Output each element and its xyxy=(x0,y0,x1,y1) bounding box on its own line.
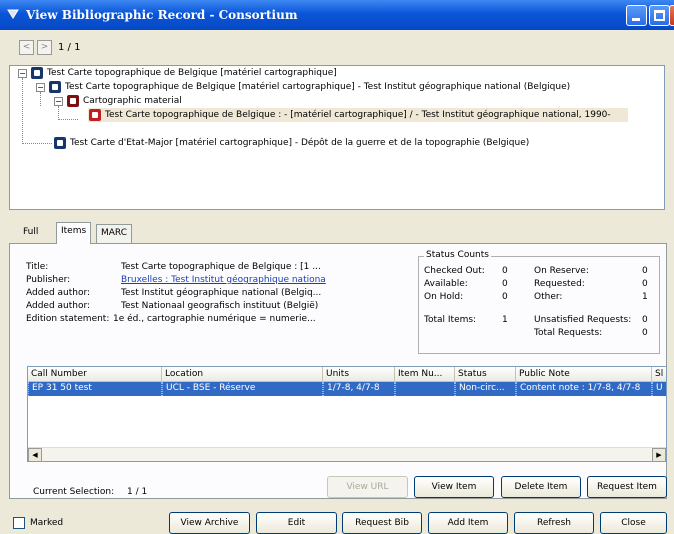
record-icon xyxy=(49,81,61,93)
close-button[interactable]: Close xyxy=(600,512,667,534)
tree-item-0[interactable]: Test Carte topographique de Belgique [ma… xyxy=(47,66,337,80)
on-reserve-label: On Reserve: xyxy=(534,266,589,276)
on-hold-count: 0 xyxy=(502,292,508,302)
tree-item-3[interactable]: Test Carte topographique de Belgique : -… xyxy=(105,108,611,122)
material-icon xyxy=(67,95,79,107)
view-item-button[interactable]: View Item xyxy=(414,476,494,498)
tab-items[interactable]: Items xyxy=(56,222,92,244)
scroll-right-icon[interactable]: ▶ xyxy=(652,448,666,462)
available-count: 0 xyxy=(502,279,508,289)
public-note-cell: Content note : 1/7-8, 4/7-8 xyxy=(516,382,652,396)
publisher-link[interactable]: Bruxelles : Test Institut géographique n… xyxy=(121,275,326,285)
maximize-icon xyxy=(654,10,665,21)
column-header[interactable]: Units xyxy=(323,367,395,382)
total-items-label: Total Items: xyxy=(424,315,477,325)
marked-label: Marked xyxy=(30,518,64,528)
total-requests-label: Total Requests: xyxy=(534,328,603,338)
close-window-button[interactable] xyxy=(669,5,674,26)
record-tree[interactable]: − Test Carte topographique de Belgique [… xyxy=(9,65,665,210)
title-label: Title: xyxy=(26,262,49,272)
column-header[interactable]: Public Note xyxy=(516,367,652,382)
next-record-button[interactable]: > xyxy=(37,40,52,55)
window-title: View Bibliographic Record - Consortium xyxy=(26,8,298,22)
column-header[interactable]: Sl xyxy=(652,367,666,382)
collapse-icon[interactable]: − xyxy=(54,97,63,106)
status-cell: Non-circ... xyxy=(455,382,516,396)
edit-button[interactable]: Edit xyxy=(256,512,337,534)
delete-item-button[interactable]: Delete Item xyxy=(501,476,581,498)
status-counts-legend: Status Counts xyxy=(424,250,491,260)
app-icon xyxy=(7,9,19,19)
minimize-icon xyxy=(632,18,640,21)
tab-full[interactable]: Full xyxy=(19,224,42,243)
units-cell: 1/7-8, 4/7-8 xyxy=(323,382,395,396)
collapse-icon[interactable]: − xyxy=(18,69,27,78)
edition-label: Edition statement: xyxy=(26,314,110,324)
total-requests-count: 0 xyxy=(642,328,648,338)
tree-item-4[interactable]: Test Carte d'Etat-Major [matériel cartog… xyxy=(70,136,529,150)
request-item-button[interactable]: Request Item xyxy=(587,476,667,498)
location-cell: UCL - BSE - Réserve xyxy=(162,382,323,396)
request-bib-button[interactable]: Request Bib xyxy=(342,512,422,534)
view-url-button[interactable]: View URL xyxy=(327,476,408,498)
author-label: Added author: xyxy=(26,288,91,298)
requested-count: 0 xyxy=(642,279,648,289)
refresh-button[interactable]: Refresh xyxy=(514,512,594,534)
record-icon xyxy=(89,109,101,121)
tab-marc[interactable]: MARC xyxy=(96,224,133,243)
edition-value: 1e éd., cartographie numérique = numerie… xyxy=(113,314,316,324)
other-label: Other: xyxy=(534,292,563,302)
add-item-button[interactable]: Add Item xyxy=(428,512,508,534)
record-icon xyxy=(54,137,66,149)
author-value: Test Nationaal geografisch instituut (Be… xyxy=(121,301,319,311)
on-hold-label: On Hold: xyxy=(424,292,464,302)
record-position: 1 / 1 xyxy=(58,42,81,53)
shelf-cell: U xyxy=(652,382,666,396)
prev-record-button[interactable]: < xyxy=(19,40,34,55)
call-number-cell: EP 31 50 test xyxy=(28,382,162,396)
current-selection-value: 1 / 1 xyxy=(127,487,148,497)
author-value: Test Institut géographique national (Bel… xyxy=(121,288,322,298)
current-selection-label: Current Selection: xyxy=(33,487,115,497)
item-number-cell xyxy=(395,382,455,396)
requested-label: Requested: xyxy=(534,279,585,289)
title-bar[interactable]: View Bibliographic Record - Consortium xyxy=(0,0,674,30)
marked-checkbox[interactable] xyxy=(13,517,25,529)
horizontal-scrollbar[interactable]: ◀ ▶ xyxy=(28,447,666,462)
checked-out-label: Checked Out: xyxy=(424,266,485,276)
collapse-icon[interactable]: − xyxy=(36,83,45,92)
title-value: Test Carte topographique de Belgique : [… xyxy=(121,262,321,272)
publisher-label: Publisher: xyxy=(26,275,71,285)
minimize-button[interactable] xyxy=(626,5,647,26)
checked-out-count: 0 xyxy=(502,266,508,276)
column-header[interactable]: Location xyxy=(162,367,323,382)
view-archive-button[interactable]: View Archive xyxy=(169,512,250,534)
unsatisfied-requests-label: Unsatisfied Requests: xyxy=(534,315,632,325)
available-label: Available: xyxy=(424,279,468,289)
tree-item-2[interactable]: Cartographic material xyxy=(83,94,182,108)
unsatisfied-requests-count: 0 xyxy=(642,315,648,325)
tree-item-1[interactable]: Test Carte topographique de Belgique [ma… xyxy=(65,80,570,94)
column-header[interactable]: Call Number xyxy=(28,367,162,382)
on-reserve-count: 0 xyxy=(642,266,648,276)
record-icon xyxy=(31,67,43,79)
scroll-left-icon[interactable]: ◀ xyxy=(28,448,42,462)
author-label: Added author: xyxy=(26,301,91,311)
total-items-count: 1 xyxy=(502,315,508,325)
other-count: 1 xyxy=(642,292,648,302)
table-row[interactable]: EP 31 50 test UCL - BSE - Réserve 1/7-8,… xyxy=(28,382,666,396)
column-header[interactable]: Status xyxy=(455,367,516,382)
column-header[interactable]: Item Nu... xyxy=(395,367,455,382)
maximize-button[interactable] xyxy=(649,5,670,26)
